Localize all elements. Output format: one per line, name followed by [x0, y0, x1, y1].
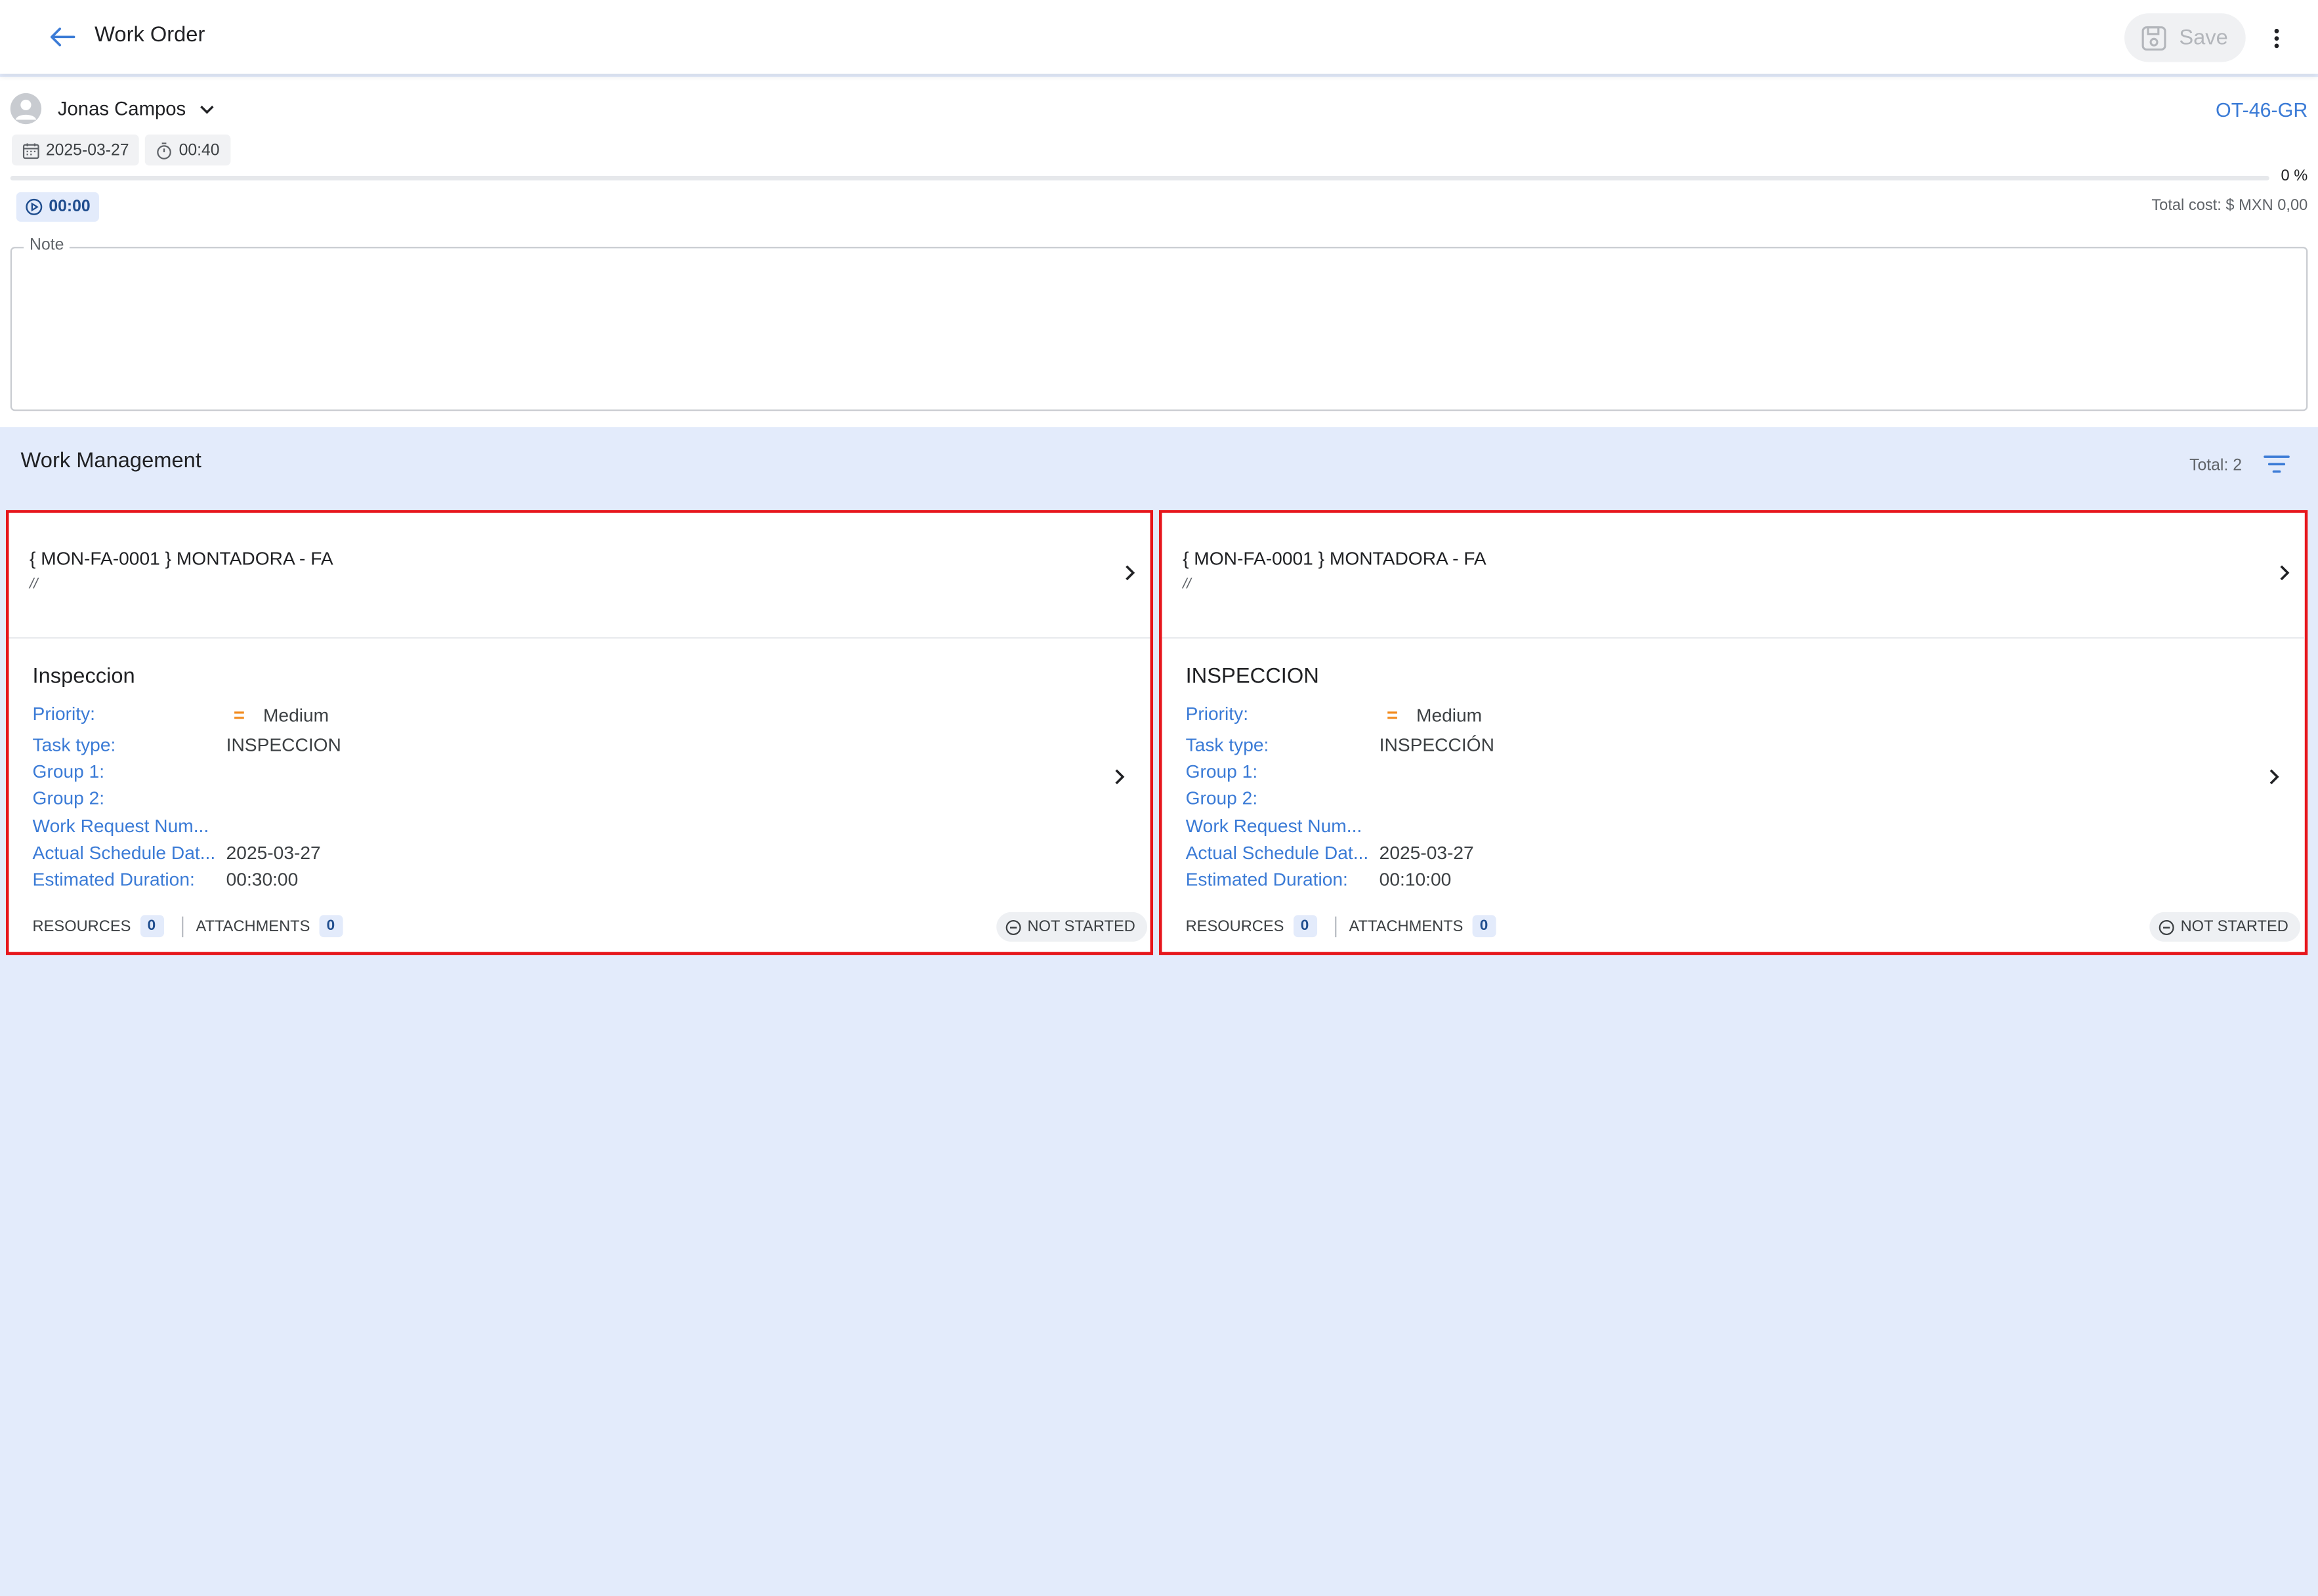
back-button[interactable]	[45, 21, 80, 54]
asset-header[interactable]: { MON-FA-0001 } MONTADORA - FA //	[9, 513, 1150, 639]
chevron-down-icon	[199, 104, 214, 114]
estimated-duration-value: 00:30:00	[226, 869, 299, 891]
play-circle-icon	[26, 198, 43, 215]
resources-count: 0	[139, 915, 163, 938]
asset-name: { MON-FA-0001 } MONTADORA - FA	[30, 548, 333, 570]
timer-value: 00:00	[49, 198, 91, 216]
note-value	[12, 248, 2306, 289]
minus-circle-icon	[2159, 919, 2174, 934]
progress-percent: 0 %	[2281, 167, 2308, 185]
timer-button[interactable]: 00:00	[16, 192, 100, 222]
task-card: { MON-FA-0001 } MONTADORA - FA // Inspec…	[6, 510, 1154, 956]
chevron-right-icon	[2273, 562, 2294, 583]
total-cost: Total cost: $ MXN 0,00	[2151, 196, 2308, 215]
task-detail-button[interactable]	[2264, 766, 2285, 787]
task-type-label: Task type:	[32, 734, 116, 756]
note-label: Note	[24, 236, 70, 255]
chevron-right-icon	[2269, 768, 2279, 784]
app-bar: Work Order Save	[0, 0, 2318, 74]
task-name: Inspeccion	[32, 665, 135, 689]
chevron-right-icon	[1119, 562, 1140, 583]
page-title: Work Order	[95, 24, 205, 48]
task-detail-button[interactable]	[1108, 766, 1129, 787]
asset-path: //	[30, 576, 38, 593]
attachments-label: ATTACHMENTS	[196, 917, 310, 935]
task-card: { MON-FA-0001 } MONTADORA - FA // INSPEC…	[1159, 510, 2308, 956]
total-count: Total: 2	[2189, 457, 2242, 475]
estimated-duration-label: Estimated Duration:	[32, 869, 195, 891]
attachments-count: 0	[318, 915, 343, 938]
resources-tab[interactable]: RESOURCES 0	[1185, 915, 1317, 938]
task-type-value: INSPECCIÓN	[1379, 734, 1494, 756]
calendar-icon	[22, 142, 39, 159]
arrow-left-icon	[51, 28, 75, 47]
priority-label: Priority:	[1185, 704, 1249, 724]
asset-path: //	[1183, 576, 1191, 593]
date-chip[interactable]: 2025-03-27	[12, 134, 140, 166]
assignee-selector[interactable]: Jonas Campos	[10, 93, 214, 125]
asset-name: { MON-FA-0001 } MONTADORA - FA	[1183, 548, 1486, 570]
task-name: INSPECCION	[1185, 665, 1319, 689]
more-vert-icon	[2274, 28, 2279, 49]
filter-button[interactable]	[2262, 451, 2291, 478]
actual-schedule-value: 2025-03-27	[226, 842, 321, 864]
section-title: Work Management	[20, 449, 201, 473]
attachments-tab[interactable]: ATTACHMENTS 0	[1349, 915, 1496, 938]
progress-bar	[10, 176, 2269, 180]
task-type-value: INSPECCION	[226, 734, 341, 756]
estimated-duration-value: 00:10:00	[1379, 869, 1452, 891]
asset-header[interactable]: { MON-FA-0001 } MONTADORA - FA //	[1162, 513, 2305, 639]
status-label: NOT STARTED	[1027, 917, 1135, 936]
work-request-label: Work Request Num...	[32, 816, 209, 837]
stopwatch-icon	[157, 142, 171, 159]
group2-label: Group 2:	[32, 788, 105, 809]
actual-schedule-label: Actual Schedule Dat...	[32, 842, 216, 864]
save-button[interactable]: Save	[2124, 13, 2246, 62]
save-button-label: Save	[2179, 26, 2228, 50]
work-order-header: Jonas Campos OT-46-GR 2025-03-27 00:40 0	[0, 77, 2318, 428]
assignee-name: Jonas Campos	[57, 97, 186, 120]
resources-count: 0	[1292, 915, 1317, 938]
status-badge: NOT STARTED	[2149, 912, 2300, 942]
avatar-icon	[10, 93, 42, 125]
priority-value: Medium	[263, 705, 329, 726]
divider	[1334, 915, 1336, 937]
chevron-right-icon	[1114, 768, 1124, 784]
minus-circle-icon	[1005, 919, 1021, 934]
actual-schedule-value: 2025-03-27	[1379, 842, 1474, 864]
group1-label: Group 1:	[32, 761, 105, 782]
group1-label: Group 1:	[1185, 761, 1258, 782]
attachments-tab[interactable]: ATTACHMENTS 0	[196, 915, 343, 938]
more-options-button[interactable]	[2264, 21, 2290, 56]
note-field[interactable]: Note	[10, 236, 2308, 411]
status-label: NOT STARTED	[2180, 917, 2288, 936]
divider	[180, 915, 183, 937]
date-value: 2025-03-27	[45, 141, 129, 159]
priority-equals-icon: =	[1386, 704, 1399, 726]
filter-icon	[2264, 455, 2290, 473]
resources-label: RESOURCES	[1185, 917, 1284, 935]
priority-equals-icon: =	[233, 704, 245, 726]
duration-value: 00:40	[179, 141, 220, 159]
card-footer: RESOURCES 0 ATTACHMENTS 0	[1185, 915, 1496, 938]
attachments-count: 0	[1471, 915, 1496, 938]
group2-label: Group 2:	[1185, 788, 1258, 809]
actual-schedule-label: Actual Schedule Dat...	[1185, 842, 1369, 864]
card-footer: RESOURCES 0 ATTACHMENTS 0	[32, 915, 343, 938]
work-request-label: Work Request Num...	[1185, 816, 1362, 837]
attachments-label: ATTACHMENTS	[1349, 917, 1464, 935]
priority-label: Priority:	[32, 704, 96, 724]
priority-value: Medium	[1416, 705, 1483, 726]
status-badge: NOT STARTED	[996, 912, 1147, 942]
work-order-id[interactable]: OT-46-GR	[2216, 99, 2307, 121]
estimated-duration-label: Estimated Duration:	[1185, 869, 1348, 891]
resources-tab[interactable]: RESOURCES 0	[32, 915, 163, 938]
resources-label: RESOURCES	[32, 917, 131, 935]
duration-chip[interactable]: 00:40	[144, 134, 230, 166]
task-type-label: Task type:	[1185, 734, 1269, 756]
save-icon	[2141, 25, 2166, 50]
